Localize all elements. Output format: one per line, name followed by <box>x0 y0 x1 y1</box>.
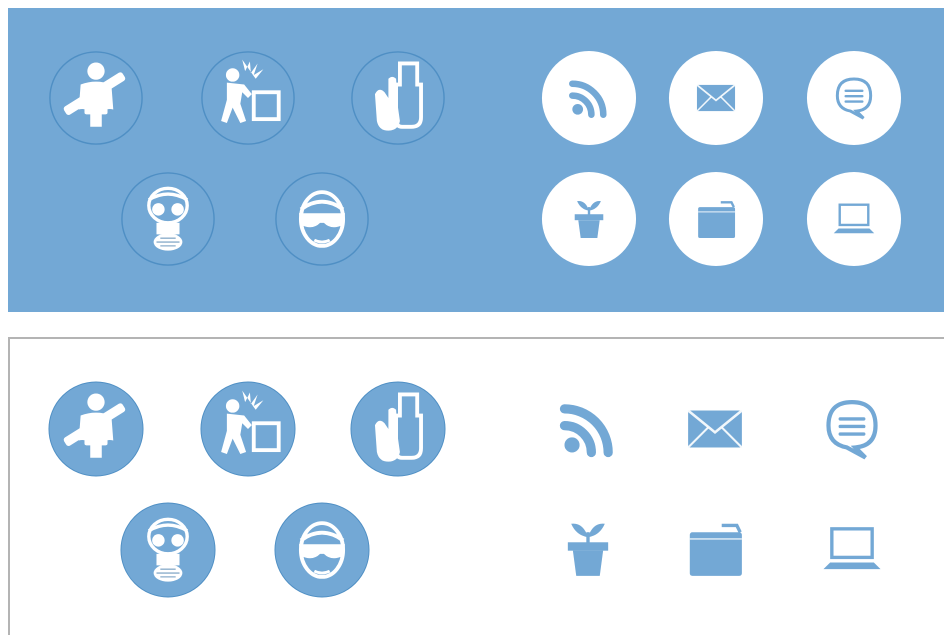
seatbelt-icon <box>48 381 144 477</box>
safety-glasses-icon <box>274 171 370 267</box>
mail-icon <box>668 50 764 146</box>
gloves-icon <box>350 50 446 146</box>
gas-mask-icon <box>120 171 216 267</box>
gloves-icon <box>350 381 446 477</box>
blue-icon-panel <box>8 8 944 312</box>
safety-glasses-icon <box>274 502 370 598</box>
folder-icon <box>673 507 757 591</box>
gas-mask-icon <box>120 502 216 598</box>
laptop-icon <box>810 507 894 591</box>
seatbelt-icon <box>48 50 144 146</box>
back-injury-lifting-icon <box>200 381 296 477</box>
back-injury-lifting-icon <box>200 50 296 146</box>
laptop-icon <box>806 171 902 267</box>
rss-icon <box>546 387 630 471</box>
folder-icon <box>668 171 764 267</box>
chat-icon <box>810 387 894 471</box>
white-icon-panel <box>8 337 944 635</box>
rss-icon <box>541 50 637 146</box>
plant-pot-icon <box>546 507 630 591</box>
mail-icon <box>673 387 757 471</box>
chat-icon <box>806 50 902 146</box>
plant-pot-icon <box>541 171 637 267</box>
